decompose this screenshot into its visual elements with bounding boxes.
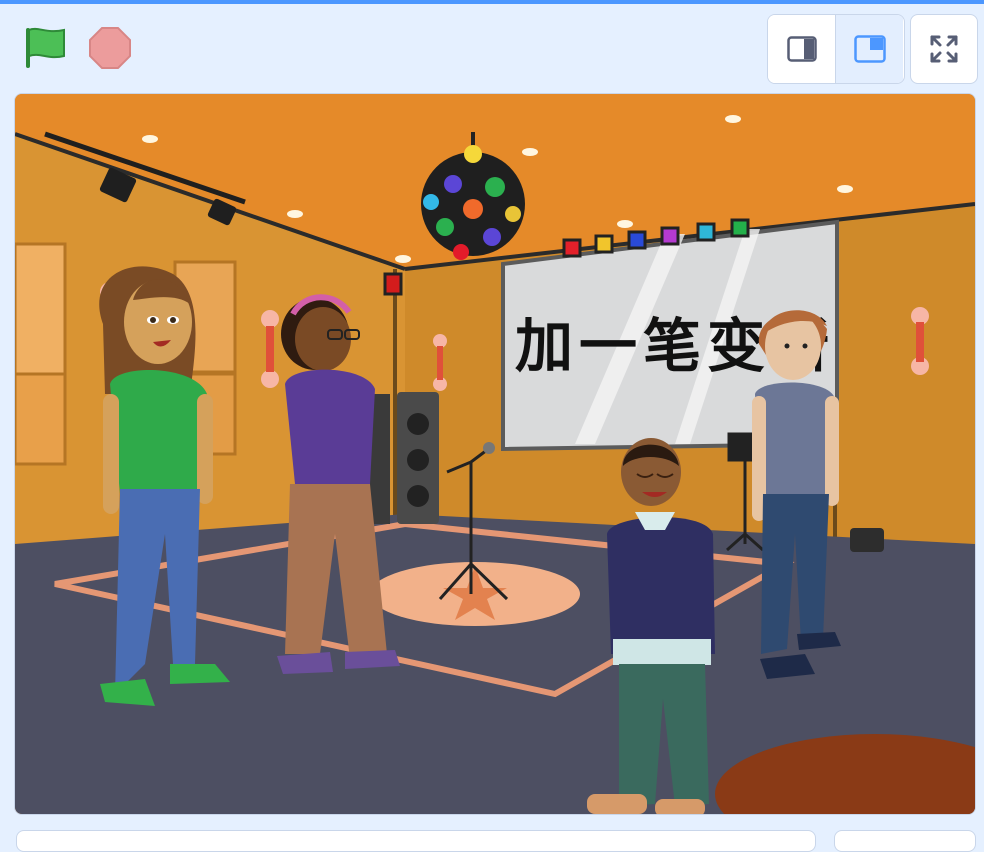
small-stage-icon: [786, 36, 817, 62]
green-flag-button[interactable]: [20, 24, 70, 72]
normal-stage-button[interactable]: [836, 15, 903, 83]
fullscreen-icon: [930, 35, 958, 63]
stop-button[interactable]: [86, 24, 134, 72]
stage-size-toggle: [767, 14, 905, 84]
stage-panel: [834, 830, 976, 852]
stage-canvas[interactable]: 加一笔变新: [14, 93, 976, 815]
green-flag-icon: [26, 27, 65, 68]
normal-stage-icon: [853, 35, 886, 63]
small-stage-button[interactable]: [768, 15, 836, 83]
left-window: [15, 242, 67, 466]
floor-monitor: [850, 528, 884, 552]
top-accent-bar: [0, 0, 984, 4]
stop-icon: [89, 27, 131, 69]
stage-scene: 加一笔变新: [15, 94, 975, 814]
fullscreen-button[interactable]: [910, 14, 978, 84]
sprite-info-panel: [16, 830, 816, 852]
